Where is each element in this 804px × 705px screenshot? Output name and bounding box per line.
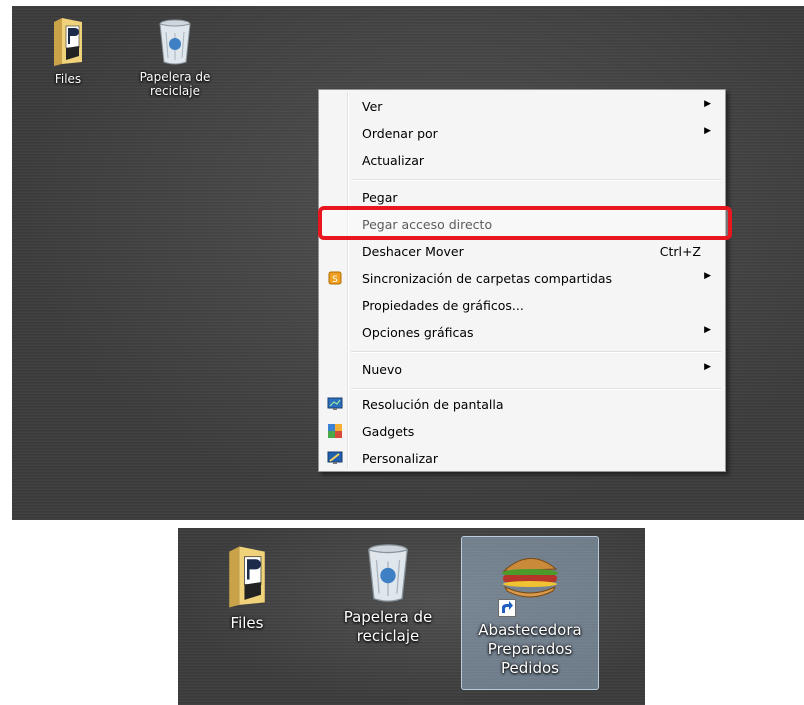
submenu-arrow-icon: ▶ bbox=[704, 362, 711, 372]
sandwich-icon bbox=[502, 558, 558, 598]
menu-item-opciones-graficas[interactable]: Opciones gráficas ▶ bbox=[321, 320, 723, 346]
menu-item-label: Sincronización de carpetas compartidas bbox=[362, 271, 613, 286]
desktop-context-menu: Ver ▶ Ordenar por ▶ Actualizar Pegar Peg… bbox=[318, 89, 726, 472]
monitor-icon bbox=[327, 396, 343, 412]
menu-item-sincronizacion[interactable]: S Sincronización de carpetas compartidas… bbox=[321, 266, 723, 292]
files-label: Files bbox=[54, 72, 82, 86]
submenu-arrow-icon: ▶ bbox=[704, 271, 711, 281]
menu-item-label: Propiedades de gráficos... bbox=[362, 298, 524, 313]
menu-separator bbox=[351, 179, 721, 181]
desktop-icon-recycle-bin[interactable]: Papelera de reciclaje bbox=[130, 18, 220, 98]
desktop-icon-files[interactable]: Files bbox=[32, 16, 104, 86]
gadgets-icon bbox=[327, 423, 343, 439]
sync-icon: S bbox=[327, 270, 343, 286]
menu-item-resolucion-pantalla[interactable]: Resolución de pantalla bbox=[321, 392, 723, 418]
menu-item-label: Ordenar por bbox=[362, 126, 438, 141]
menu-item-nuevo[interactable]: Nuevo ▶ bbox=[321, 357, 723, 383]
shortcut-icon-wrap bbox=[498, 547, 562, 617]
desktop-bottom: Files Papelera de reciclaje Abastecedora… bbox=[178, 528, 645, 705]
menu-item-ver[interactable]: Ver ▶ bbox=[321, 94, 723, 120]
highlight-annotation bbox=[318, 206, 732, 240]
menu-item-label: Gadgets bbox=[362, 424, 415, 439]
folder-icon bbox=[229, 546, 265, 608]
menu-item-deshacer-mover[interactable]: Deshacer Mover Ctrl+Z bbox=[321, 239, 723, 265]
menu-item-gadgets[interactable]: Gadgets bbox=[321, 419, 723, 445]
recycle-bin-label: Papelera de reciclaje bbox=[139, 70, 211, 98]
submenu-arrow-icon: ▶ bbox=[704, 126, 711, 136]
menu-item-shortcut: Ctrl+Z bbox=[659, 244, 701, 259]
menu-item-label: Personalizar bbox=[362, 451, 438, 466]
shortcut-arrow-icon bbox=[498, 599, 516, 617]
recycle-bin-icon bbox=[368, 544, 408, 602]
desktop-icon-recycle-bin[interactable]: Papelera de reciclaje bbox=[328, 542, 448, 646]
menu-item-personalizar[interactable]: Personalizar bbox=[321, 446, 723, 472]
personalize-icon bbox=[327, 450, 343, 466]
menu-item-actualizar[interactable]: Actualizar bbox=[321, 148, 723, 174]
menu-separator bbox=[351, 351, 721, 353]
submenu-arrow-icon: ▶ bbox=[704, 325, 711, 335]
menu-separator bbox=[351, 388, 721, 390]
menu-item-ordenar-por[interactable]: Ordenar por ▶ bbox=[321, 121, 723, 147]
svg-text:S: S bbox=[332, 275, 338, 285]
menu-item-label: Opciones gráficas bbox=[362, 325, 474, 340]
submenu-arrow-icon: ▶ bbox=[704, 99, 711, 109]
recycle-bin-icon bbox=[159, 19, 191, 65]
files-label: Files bbox=[230, 614, 264, 632]
menu-item-label: Deshacer Mover bbox=[362, 244, 464, 259]
folder-icon bbox=[54, 18, 82, 66]
desktop-shortcut-abastecedora[interactable]: Abastecedora Preparados Pedidos bbox=[461, 536, 599, 690]
menu-item-label: Resolución de pantalla bbox=[362, 397, 504, 412]
menu-item-propiedades-graficos[interactable]: Propiedades de gráficos... bbox=[321, 293, 723, 319]
menu-item-label: Actualizar bbox=[362, 153, 424, 168]
menu-item-label: Nuevo bbox=[362, 362, 403, 377]
desktop-icon-files[interactable]: Files bbox=[206, 544, 288, 633]
menu-item-label: Pegar bbox=[362, 190, 398, 205]
menu-item-label: Ver bbox=[362, 99, 383, 114]
recycle-bin-label: Papelera de reciclaje bbox=[343, 608, 433, 645]
shortcut-label: Abastecedora Preparados Pedidos bbox=[478, 621, 582, 677]
